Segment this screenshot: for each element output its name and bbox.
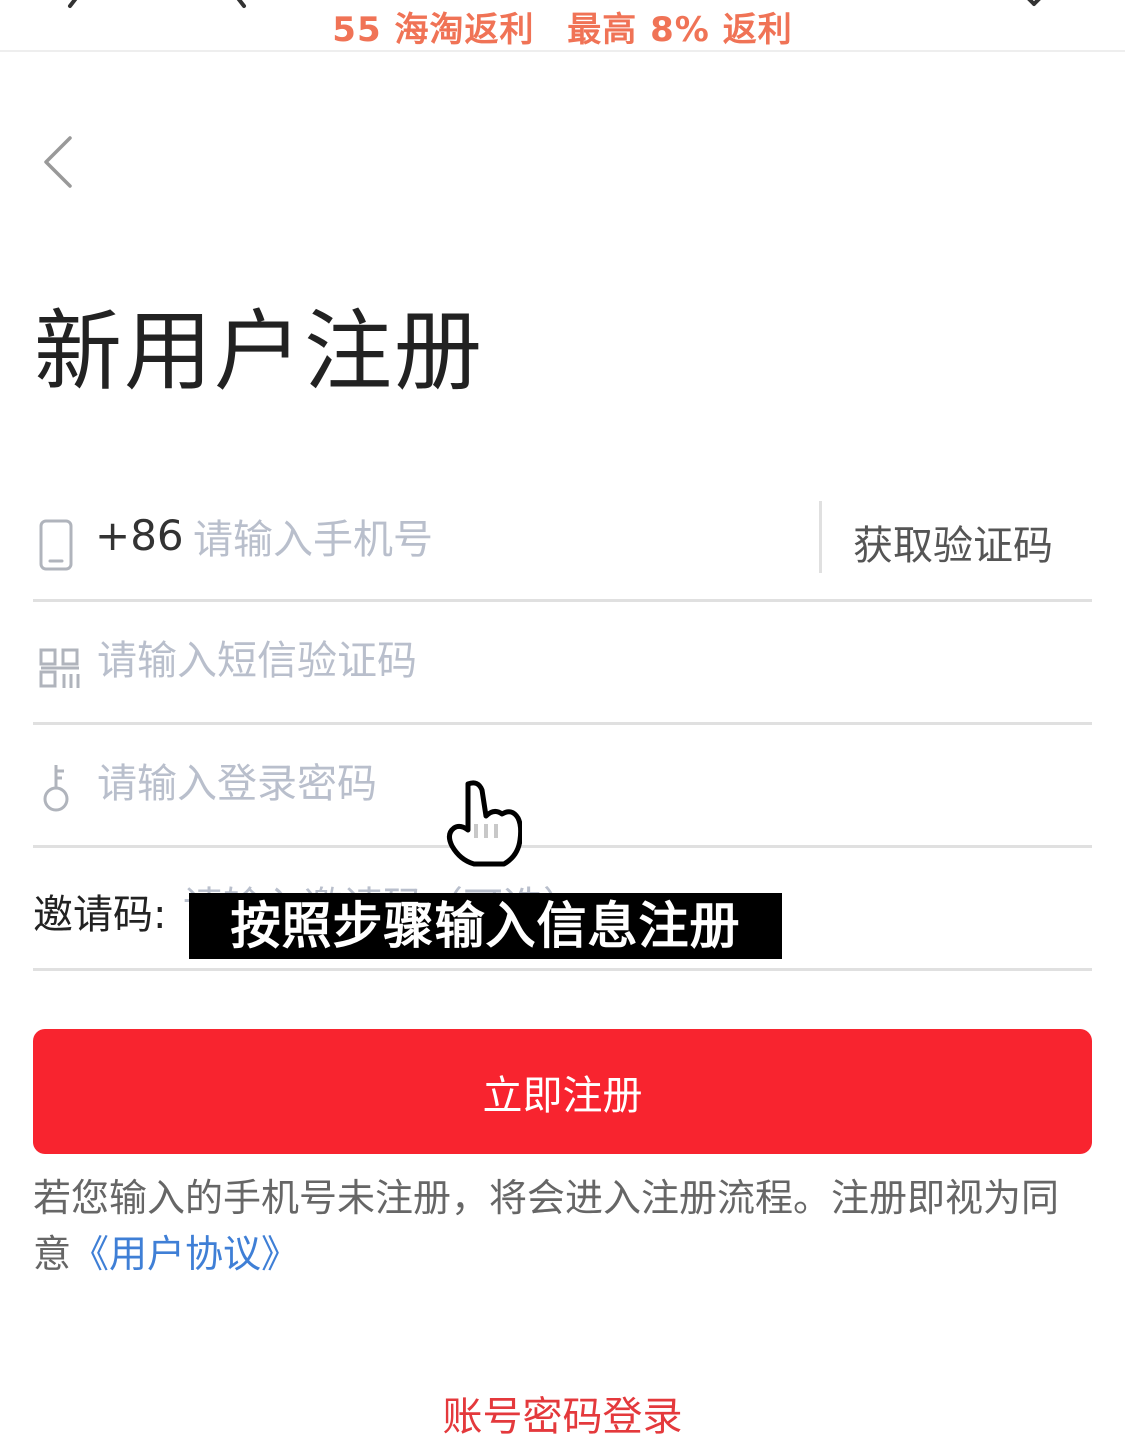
page-title: 新用户注册 xyxy=(34,300,485,403)
qr-code-icon xyxy=(39,648,80,688)
sms-code-input[interactable] xyxy=(97,634,997,688)
header-title: 55 海淘返利 最高 8% 返利 xyxy=(0,2,1125,51)
password-input[interactable] xyxy=(97,757,997,811)
password-login-link[interactable]: 账号密码登录 xyxy=(0,1384,1125,1442)
close-icon[interactable] xyxy=(1012,0,1052,26)
header-slogan: 最高 8% 返利 xyxy=(567,10,793,50)
invite-code-label: 邀请码: xyxy=(33,892,167,938)
country-code[interactable]: +86 xyxy=(95,511,184,560)
phone-input[interactable] xyxy=(193,513,793,567)
header-brand: 55 海淘返利 xyxy=(332,10,535,50)
overlay-caption: 按照步骤输入信息注册 xyxy=(189,893,782,959)
hand-cursor-icon xyxy=(446,780,522,867)
user-agreement-link[interactable]: 《用户协议》 xyxy=(71,1232,299,1276)
phone-field-row: +86 获取验证码 xyxy=(33,477,1092,602)
field-divider xyxy=(819,501,822,573)
top-nav-bar: 55 海淘返利 最高 8% 返利 xyxy=(0,0,1125,52)
phone-icon xyxy=(39,519,73,571)
key-icon xyxy=(43,765,69,812)
password-field-row xyxy=(33,723,1092,848)
back-chevron-icon[interactable] xyxy=(38,132,82,192)
get-code-button[interactable]: 获取验证码 xyxy=(853,513,1053,571)
registration-notice: 若您输入的手机号未注册，将会进入注册流程。注册即视为同意《用户协议》 xyxy=(33,1170,1093,1282)
sms-code-field-row xyxy=(33,600,1092,725)
register-button[interactable]: 立即注册 xyxy=(33,1029,1092,1154)
